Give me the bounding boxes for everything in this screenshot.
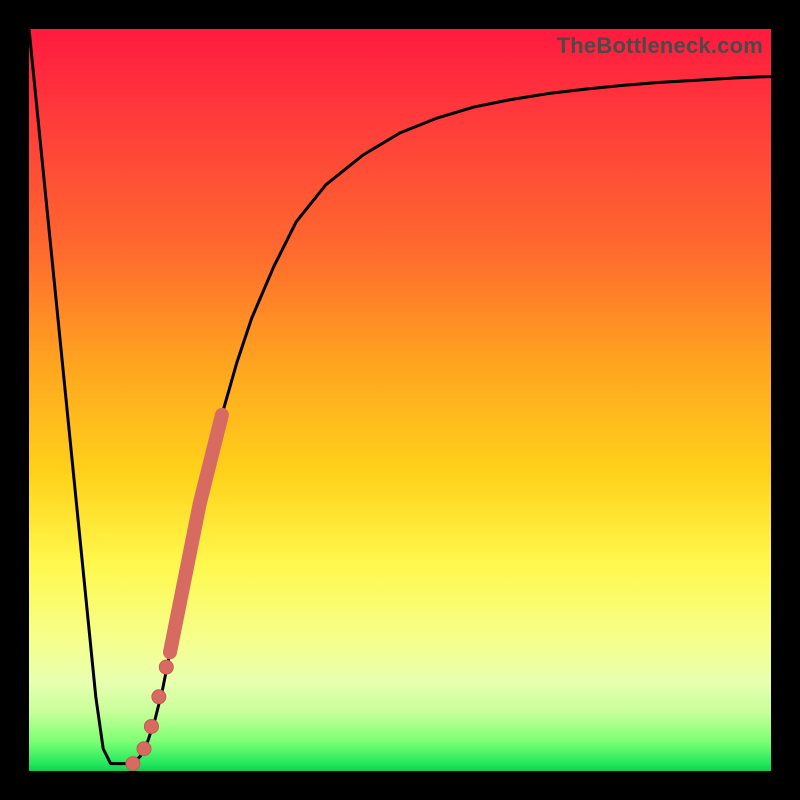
curve-path xyxy=(29,29,771,764)
highlight-dot xyxy=(126,757,140,771)
chart-frame: TheBottleneck.com xyxy=(0,0,800,800)
highlight-dot xyxy=(159,660,173,674)
highlight-dot xyxy=(137,742,151,756)
highlight-segment xyxy=(170,415,222,652)
plot-area: TheBottleneck.com xyxy=(29,29,771,771)
highlight-dot xyxy=(144,719,158,733)
highlight-dot xyxy=(152,690,166,704)
bottleneck-curve xyxy=(29,29,771,771)
